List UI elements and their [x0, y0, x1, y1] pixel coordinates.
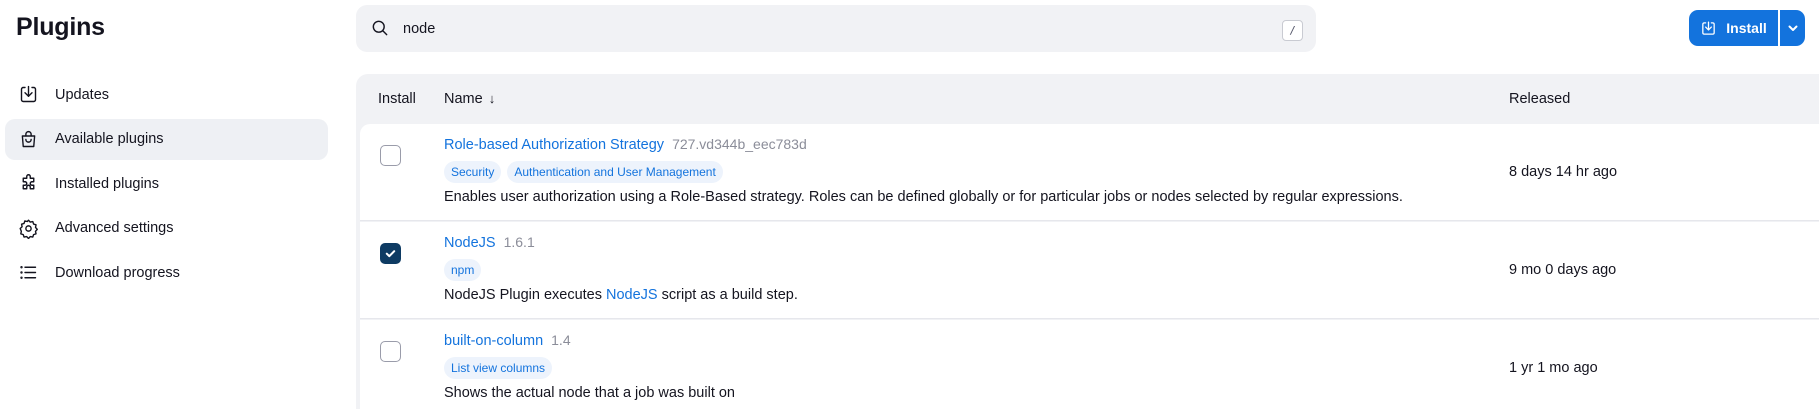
plugin-description: NodeJS Plugin executes NodeJS script as …	[444, 287, 798, 303]
plugin-title: Role-based Authorization Strategy 727.vd…	[444, 136, 807, 153]
sort-arrow-icon: ↓	[488, 91, 496, 106]
checkmark-icon	[385, 250, 396, 258]
plugin-name-link[interactable]: built-on-column	[444, 333, 543, 349]
plugin-title: built-on-column 1.4	[444, 332, 571, 349]
tag-label[interactable]: List view columns	[444, 357, 553, 379]
shopping-bag-icon	[17, 128, 39, 150]
search-input[interactable]	[403, 13, 1243, 44]
column-header-install: Install	[378, 91, 416, 107]
description-text: script as a build step.	[657, 287, 798, 303]
search-icon	[370, 18, 390, 38]
sidebar-item-label: Installed plugins	[55, 175, 159, 192]
column-header-released: Released	[1509, 91, 1571, 107]
plugin-description: Shows the actual node that a job was bui…	[444, 385, 735, 401]
sidebar-item-advanced-settings[interactable]: Advanced settings	[5, 208, 328, 249]
sidebar-item-label: Download progress	[55, 264, 180, 281]
gear-icon	[17, 217, 39, 239]
download-icon	[17, 84, 39, 106]
plugin-name-link[interactable]: NodeJS	[444, 235, 496, 251]
puzzle-icon	[17, 173, 39, 195]
tag-label[interactable]: npm	[444, 259, 482, 281]
sidebar-item-updates[interactable]: Updates	[5, 74, 328, 115]
install-button-group: Install	[1689, 10, 1805, 46]
sidebar-item-available-plugins[interactable]: Available plugins	[5, 118, 328, 160]
plugin-version: 727.vd344b_eec783d	[672, 136, 807, 152]
column-header-name[interactable]: Name ↓	[444, 91, 495, 107]
table-row: Role-based Authorization Strategy 727.vd…	[360, 124, 1819, 221]
plugin-tags: npm	[444, 259, 487, 281]
install-button-label: Install	[1726, 20, 1767, 36]
released-time: 8 days 14 hr ago	[1509, 164, 1618, 180]
description-link[interactable]: NodeJS	[606, 287, 658, 303]
chevron-down-icon	[1788, 25, 1797, 31]
list-icon	[17, 262, 39, 284]
table-row: NodeJS 1.6.1 npm NodeJS Plugin executes …	[360, 222, 1819, 319]
sidebar: Updates Available plugins Installed plug…	[5, 74, 328, 297]
plugin-tags: Security Authentication and User Managem…	[444, 161, 729, 183]
table-header: Install Name ↓ Released	[356, 74, 1819, 124]
released-time: 1 yr 1 mo ago	[1509, 360, 1598, 376]
plugin-tags: List view columns	[444, 357, 558, 379]
tag-label[interactable]: Authentication and User Management	[507, 161, 723, 183]
sidebar-item-label: Advanced settings	[55, 220, 174, 236]
tag-label[interactable]: Security	[444, 161, 502, 183]
install-options-dropdown[interactable]	[1780, 10, 1805, 46]
install-checkbox[interactable]	[380, 341, 401, 362]
install-button[interactable]: Install	[1689, 10, 1778, 46]
sidebar-item-download-progress[interactable]: Download progress	[5, 252, 328, 293]
plugins-table: Install Name ↓ Released Role-based Author…	[356, 74, 1819, 409]
plugin-description: Enables user authorization using a Role-…	[444, 189, 1403, 205]
search-shortcut-hint: /	[1282, 20, 1303, 41]
download-icon	[1702, 20, 1716, 35]
released-time: 9 mo 0 days ago	[1509, 262, 1617, 278]
install-checkbox[interactable]	[380, 243, 401, 264]
plugin-version: 1.6.1	[503, 234, 535, 250]
plugin-version: 1.4	[551, 332, 571, 348]
install-checkbox[interactable]	[380, 145, 401, 166]
search-bar: /	[356, 5, 1316, 52]
sidebar-item-installed-plugins[interactable]: Installed plugins	[5, 163, 328, 204]
page-title: Plugins	[16, 13, 105, 41]
description-text: NodeJS Plugin executes	[444, 287, 607, 303]
column-header-name-label: Name	[444, 91, 483, 107]
plugin-name-link[interactable]: Role-based Authorization Strategy	[444, 137, 664, 153]
plugin-title: NodeJS 1.6.1	[444, 234, 535, 251]
sidebar-item-label: Available plugins	[55, 131, 164, 147]
table-row: built-on-column 1.4 List view columns Sh…	[360, 320, 1819, 409]
sidebar-item-label: Updates	[55, 86, 110, 103]
